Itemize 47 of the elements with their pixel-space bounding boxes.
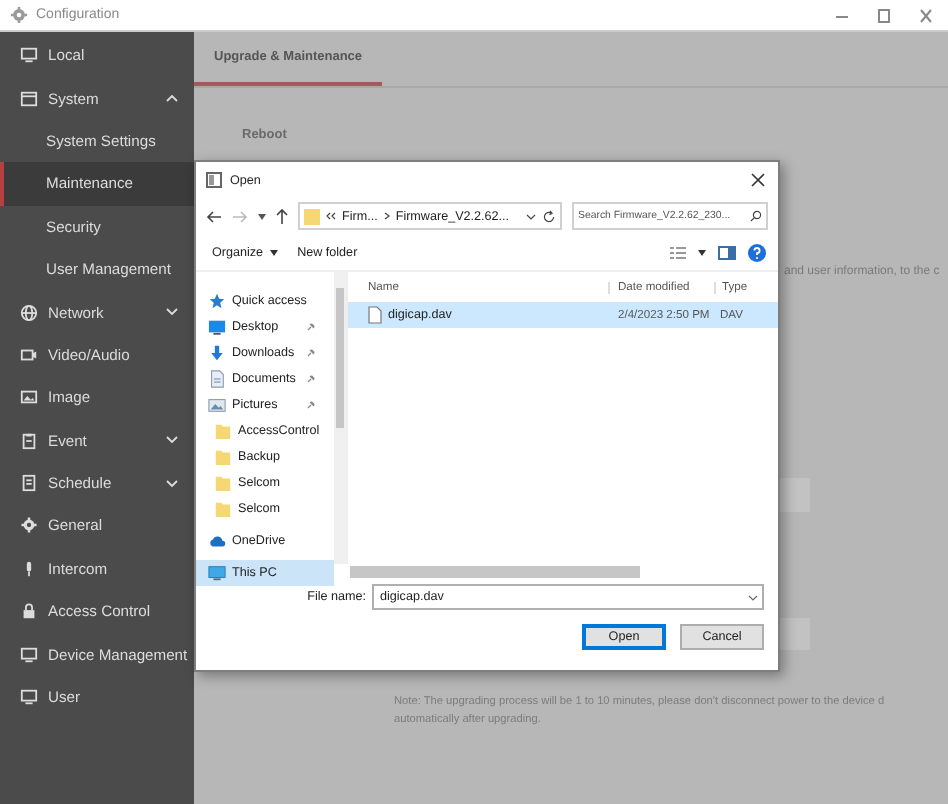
file-icon — [368, 306, 382, 324]
clipboard-icon — [20, 431, 38, 450]
pin-icon — [208, 292, 226, 310]
chevron-icon — [166, 94, 178, 103]
pin-icon — [306, 374, 316, 384]
refresh-icon[interactable] — [542, 209, 556, 223]
gear-icon — [20, 516, 38, 535]
chevron-icon — [166, 436, 178, 445]
chevrons-icon — [326, 212, 336, 220]
search-icon — [750, 210, 762, 222]
monitor-icon — [20, 688, 38, 707]
pin-icon — [306, 348, 316, 358]
pin-icon — [306, 322, 316, 332]
maximize-icon[interactable] — [874, 7, 894, 23]
preview-pane-icon[interactable] — [718, 245, 736, 259]
camera-icon — [20, 345, 38, 364]
chevron-icon[interactable] — [526, 213, 536, 219]
monitor-icon — [20, 645, 38, 664]
image-icon — [20, 388, 38, 407]
chevron-icon — [748, 594, 758, 600]
folder-icon — [304, 207, 320, 225]
scrollbar[interactable] — [334, 272, 346, 564]
caret-icon[interactable] — [698, 249, 706, 255]
pin-icon — [306, 400, 316, 410]
caret-icon[interactable] — [258, 213, 266, 219]
up-icon[interactable] — [276, 208, 288, 224]
pictures-icon — [208, 396, 226, 414]
view-icon[interactable] — [670, 245, 686, 259]
close-icon[interactable] — [750, 172, 766, 188]
list-icon — [20, 474, 38, 493]
document-icon — [208, 370, 226, 388]
window-icon — [206, 172, 222, 188]
caret-icon — [269, 249, 278, 255]
help-icon[interactable] — [748, 243, 766, 261]
back-icon[interactable] — [206, 209, 222, 223]
chevron-icon — [166, 479, 178, 488]
download-icon — [208, 344, 226, 362]
globe-icon — [20, 303, 38, 322]
chevron-icon — [383, 212, 390, 220]
desktop-icon — [208, 318, 226, 336]
chevron-icon — [166, 308, 178, 317]
gear-icon — [10, 6, 28, 24]
window-icon — [20, 89, 38, 108]
lock-icon — [20, 602, 38, 621]
computer-icon — [208, 564, 226, 582]
cloud-icon — [208, 532, 226, 550]
monitor-icon — [20, 46, 38, 65]
